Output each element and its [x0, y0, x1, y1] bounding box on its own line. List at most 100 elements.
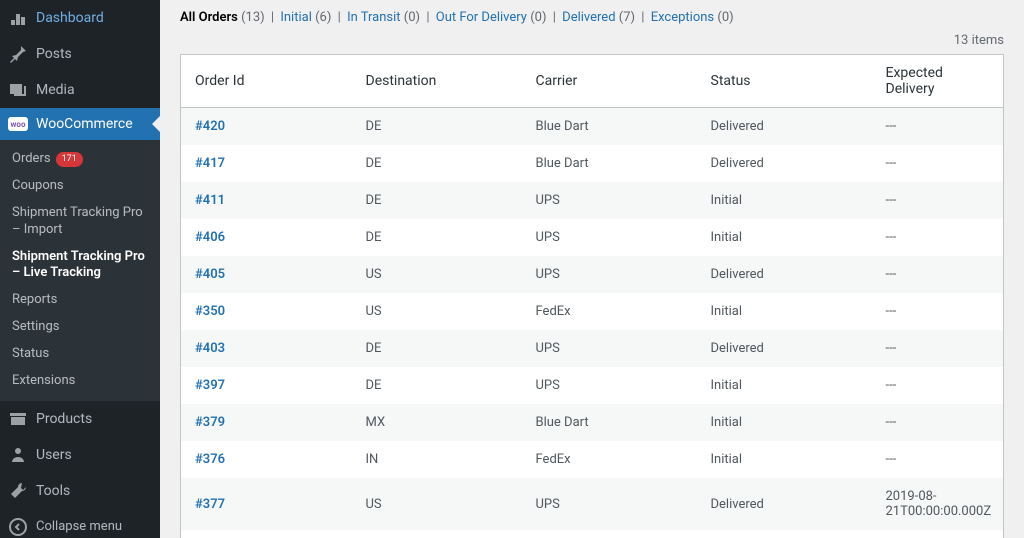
submenu-woocommerce: Orders 171 Coupons Shipment Tracking Pro…: [0, 140, 160, 401]
cell-carrier: UPS: [526, 219, 701, 256]
cell-status: Delivered: [701, 145, 876, 182]
dashboard-icon: [8, 8, 28, 28]
filter-exceptions[interactable]: Exceptions: [651, 10, 714, 25]
filter-delivered[interactable]: Delivered: [562, 10, 615, 25]
separator: |: [271, 10, 274, 25]
menu-label: Posts: [36, 46, 152, 62]
table-row: #274INFedExDelivered---: [181, 530, 1004, 538]
table-row: #417 DEBlue DartDelivered---: [181, 145, 1004, 182]
order-link[interactable]: #397: [195, 378, 225, 393]
menu-media[interactable]: Media: [0, 72, 160, 108]
table-row: #379MXBlue DartInitial---: [181, 404, 1004, 441]
cell-destination: DE: [356, 182, 526, 219]
filter-count: (0): [717, 10, 733, 25]
table-row: #397DEUPSInitial---: [181, 367, 1004, 404]
col-order-id[interactable]: Order Id: [181, 55, 356, 108]
cell-status: Initial: [701, 219, 876, 256]
cell-carrier: UPS: [526, 330, 701, 367]
cell-status: Initial: [701, 367, 876, 404]
submenu-label: Status: [12, 346, 49, 363]
cell-destination: US: [356, 256, 526, 293]
collapse-menu[interactable]: Collapse menu: [0, 509, 160, 538]
table-row: #377USUPSDelivered2019-08-21T00:00:00.00…: [181, 478, 1004, 530]
cell-destination: MX: [356, 404, 526, 441]
media-icon: [8, 80, 28, 100]
cell-carrier: Blue Dart: [526, 404, 701, 441]
submenu-settings[interactable]: Settings: [0, 314, 160, 341]
cell-carrier: FedEx: [526, 530, 701, 538]
order-link[interactable]: #405: [195, 267, 225, 282]
filter-count: (0): [530, 10, 546, 25]
menu-label: WooCommerce: [36, 116, 152, 132]
cell-destination: DE: [356, 330, 526, 367]
menu-label: Media: [36, 82, 152, 98]
order-link[interactable]: #406: [195, 230, 225, 245]
woo-icon: woo: [8, 117, 28, 131]
table-row: #376INFedExInitial---: [181, 441, 1004, 478]
submenu-tracking-import[interactable]: Shipment Tracking Pro – Import: [0, 200, 160, 244]
filter-initial[interactable]: Initial: [280, 10, 312, 25]
menu-woocommerce[interactable]: woo WooCommerce: [0, 108, 160, 140]
items-count: 13 items: [180, 33, 1004, 48]
tools-icon: [8, 481, 28, 501]
cell-carrier: UPS: [526, 182, 701, 219]
col-carrier[interactable]: Carrier: [526, 55, 701, 108]
filter-all-orders[interactable]: All Orders: [180, 10, 238, 25]
submenu-label: Orders: [12, 151, 51, 168]
order-link[interactable]: #376: [195, 452, 225, 467]
table-row: #406 DEUPSInitial---: [181, 219, 1004, 256]
col-expected-delivery[interactable]: Expected Delivery: [876, 55, 1004, 108]
cell-status: Delivered: [701, 108, 876, 146]
col-destination[interactable]: Destination: [356, 55, 526, 108]
filter-in-transit[interactable]: In Transit: [347, 10, 401, 25]
cell-destination: DE: [356, 108, 526, 146]
order-link[interactable]: #350: [195, 304, 225, 319]
menu-label: Users: [36, 447, 152, 463]
menu-tools[interactable]: Tools: [0, 473, 160, 509]
order-link[interactable]: #417: [195, 156, 225, 171]
submenu-orders[interactable]: Orders 171: [0, 146, 160, 173]
cell-status: Initial: [701, 293, 876, 330]
separator: |: [553, 10, 556, 25]
order-link[interactable]: #403: [195, 341, 225, 356]
filter-count: (7): [619, 10, 635, 25]
submenu-tracking-live[interactable]: Shipment Tracking Pro – Live Tracking: [0, 244, 160, 288]
cell-expected: 2019-08-21T00:00:00.000Z: [876, 478, 1004, 530]
cell-expected: ---: [876, 367, 1004, 404]
submenu-reports[interactable]: Reports: [0, 287, 160, 314]
cell-carrier: UPS: [526, 478, 701, 530]
filter-bar: All Orders (13) | Initial (6) | In Trans…: [180, 10, 1004, 25]
submenu-status[interactable]: Status: [0, 341, 160, 368]
menu-dashboard[interactable]: Dashboard: [0, 0, 160, 36]
admin-sidebar: Dashboard Posts Media woo WooCommerce Or…: [0, 0, 160, 538]
order-link[interactable]: #377: [195, 497, 225, 512]
submenu-coupons[interactable]: Coupons: [0, 173, 160, 200]
cell-destination: IN: [356, 530, 526, 538]
menu-products[interactable]: Products: [0, 401, 160, 437]
cell-carrier: Blue Dart: [526, 145, 701, 182]
order-link[interactable]: #411: [195, 193, 225, 208]
table-header-row: Order Id Destination Carrier Status Expe…: [181, 55, 1004, 108]
cell-carrier: FedEx: [526, 293, 701, 330]
filter-out-for-delivery[interactable]: Out For Delivery: [436, 10, 527, 25]
menu-users[interactable]: Users: [0, 437, 160, 473]
filter-count: (6): [315, 10, 331, 25]
submenu-label: Reports: [12, 292, 57, 309]
submenu-label: Extensions: [12, 373, 75, 390]
cell-destination: DE: [356, 145, 526, 182]
cell-status: Initial: [701, 182, 876, 219]
cell-expected: ---: [876, 219, 1004, 256]
collapse-label: Collapse menu: [36, 519, 122, 534]
order-link[interactable]: #379: [195, 415, 225, 430]
cell-destination: DE: [356, 367, 526, 404]
cell-expected: ---: [876, 441, 1004, 478]
order-link[interactable]: #420: [195, 119, 225, 134]
menu-posts[interactable]: Posts: [0, 36, 160, 72]
submenu-extensions[interactable]: Extensions: [0, 368, 160, 395]
table-row: #350USFedExInitial---: [181, 293, 1004, 330]
cell-status: Initial: [701, 441, 876, 478]
col-status[interactable]: Status: [701, 55, 876, 108]
cell-expected: ---: [876, 145, 1004, 182]
submenu-label: Settings: [12, 319, 59, 336]
cell-destination: DE: [356, 219, 526, 256]
